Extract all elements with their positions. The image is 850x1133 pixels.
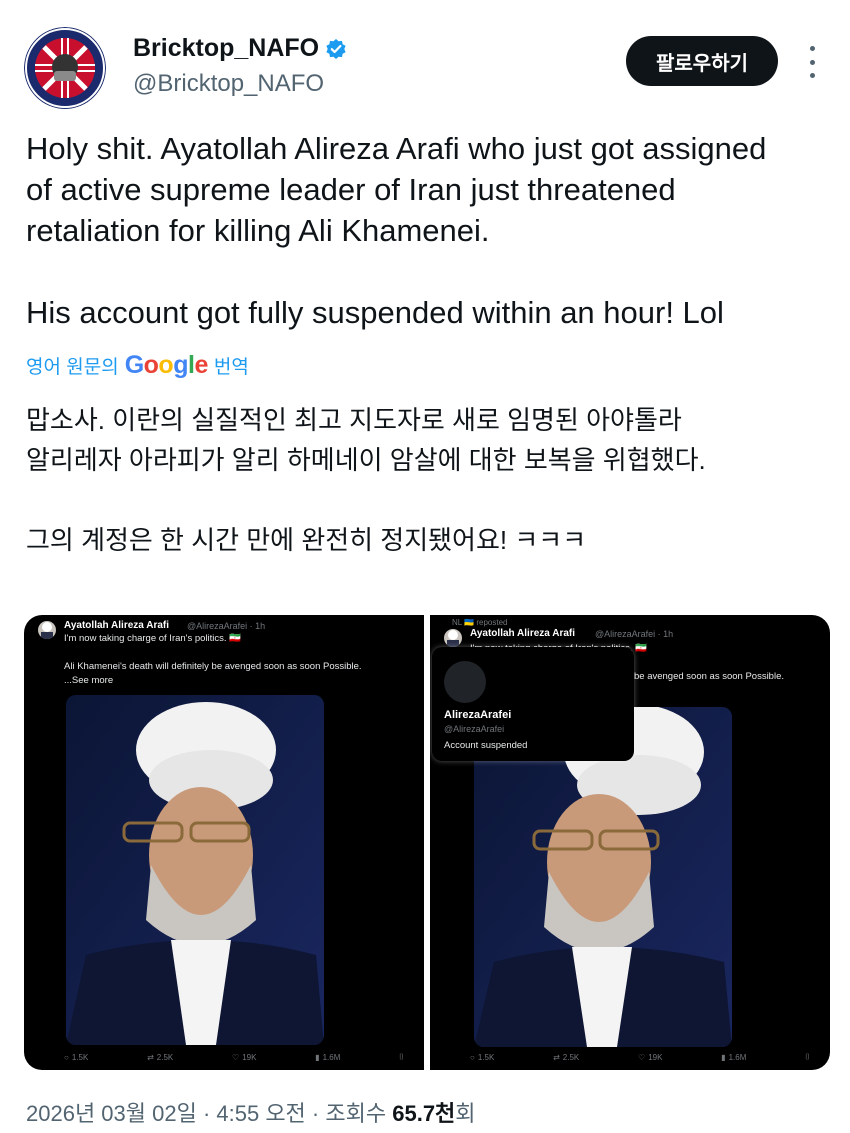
like-count: ♡ 19K (638, 1052, 663, 1062)
tweet-text: Holy shit. Ayatollah Alireza Arafi who j… (26, 128, 826, 333)
view-count: ▮ 1.6M (721, 1052, 747, 1062)
post-date[interactable]: 2026년 03월 02일 (26, 1096, 197, 1128)
view-count: ▮ 1.6M (315, 1052, 341, 1062)
hovercard-name: AlirezaArafei (444, 709, 512, 721)
views-suffix: 회 (455, 1101, 476, 1126)
tweet-line: of active supreme leader of Iran just th… (26, 172, 676, 207)
views-count: 65.7천 (392, 1101, 456, 1126)
media-grid[interactable]: Ayatollah Alireza Arafi @AlirezaArafei ·… (24, 615, 830, 1070)
mini-avatar (444, 629, 462, 647)
embedded-author-name: Ayatollah Alireza Arafi (64, 620, 170, 631)
embedded-line: be avenged soon as soon Possible. (634, 671, 784, 682)
embedded-stats: ○ 1.5K ⇄ 2.5K ♡ 19K ▮ 1.6M ⌷ (470, 1052, 810, 1062)
account-suspended-label: Account suspended (444, 740, 528, 751)
reply-count: ○ 1.5K (64, 1052, 89, 1062)
see-more-link: ...See more (64, 675, 114, 686)
translate-suffix: 번역 (213, 357, 249, 378)
embedded-stats: ○ 1.5K ⇄ 2.5K ♡ 19K ▮ 1.6M ⌷ (64, 1052, 404, 1062)
embedded-line: I'm now taking charge of Iran's politics… (64, 633, 242, 644)
avatar[interactable] (24, 27, 106, 109)
bookmark-icon: ⌷ (805, 1052, 810, 1061)
translate-prefix: 영어 원문의 (26, 357, 119, 378)
media-image-left[interactable]: Ayatollah Alireza Arafi @AlirezaArafei ·… (24, 615, 424, 1070)
verified-badge-icon (325, 38, 347, 60)
suspended-avatar (444, 661, 486, 703)
like-count: ♡ 19K (232, 1052, 257, 1062)
tweet-metadata: 2026년 03월 02일 · 4:55 오전 · 조회수 65.7천 회 (26, 1096, 476, 1128)
translated-line: 맙소사. 이란의 실질적인 최고 지도자로 새로 임명된 아야톨라 (26, 405, 682, 435)
google-logo: Google (124, 351, 209, 379)
translated-line: 알리레자 아라피가 알리 하메네이 암살에 대한 보복을 위협했다. (26, 445, 706, 475)
translate-link[interactable]: 영어 원문의 Google 번역 (26, 351, 249, 380)
media-image-right[interactable]: NL 🇺🇦 reposted Ayatollah Alireza Arafi @… (430, 615, 830, 1070)
tweet-line: retaliation for killing Ali Khamenei. (26, 213, 490, 248)
profile-hovercard: AlirezaArafei @AlirezaArafei Account sus… (432, 647, 634, 761)
translated-paragraph: 그의 계정은 한 시간 만에 완전히 정지됐어요! ㅋㅋㅋ (26, 525, 587, 555)
author-name-row[interactable]: Bricktop_NAFO (133, 34, 347, 63)
post-time[interactable]: 4:55 오전 (216, 1096, 305, 1128)
reply-count: ○ 1.5K (470, 1052, 495, 1062)
tweet-line: Holy shit. Ayatollah Alireza Arafi who j… (26, 131, 767, 166)
embedded-line: Ali Khamenei's death will definitely be … (64, 661, 362, 672)
repost-count: ⇄ 2.5K (147, 1052, 174, 1062)
bookmark-icon: ⌷ (399, 1052, 404, 1061)
repost-indicator: NL 🇺🇦 reposted (452, 618, 508, 627)
author-handle[interactable]: @Bricktop_NAFO (133, 70, 324, 98)
follow-button[interactable]: 팔로우하기 (626, 36, 778, 86)
embedded-author-handle: @AlirezaArafei · 1h (595, 629, 674, 639)
author-display-name[interactable]: Bricktop_NAFO (133, 34, 319, 63)
repost-count: ⇄ 2.5K (553, 1052, 580, 1062)
embedded-author-name: Ayatollah Alireza Arafi (470, 628, 576, 639)
tweet-paragraph: His account got fully suspended within a… (26, 295, 724, 330)
translated-text: 맙소사. 이란의 실질적인 최고 지도자로 새로 임명된 아야톨라 알리레자 아… (26, 400, 836, 560)
views-label: 조회수 (325, 1101, 387, 1126)
hovercard-handle: @AlirezaArafei (444, 724, 505, 734)
more-options-icon[interactable] (802, 46, 822, 78)
embedded-author-handle: @AlirezaArafei · 1h (187, 621, 266, 631)
portrait-photo (66, 695, 324, 1045)
mini-avatar (38, 621, 56, 639)
